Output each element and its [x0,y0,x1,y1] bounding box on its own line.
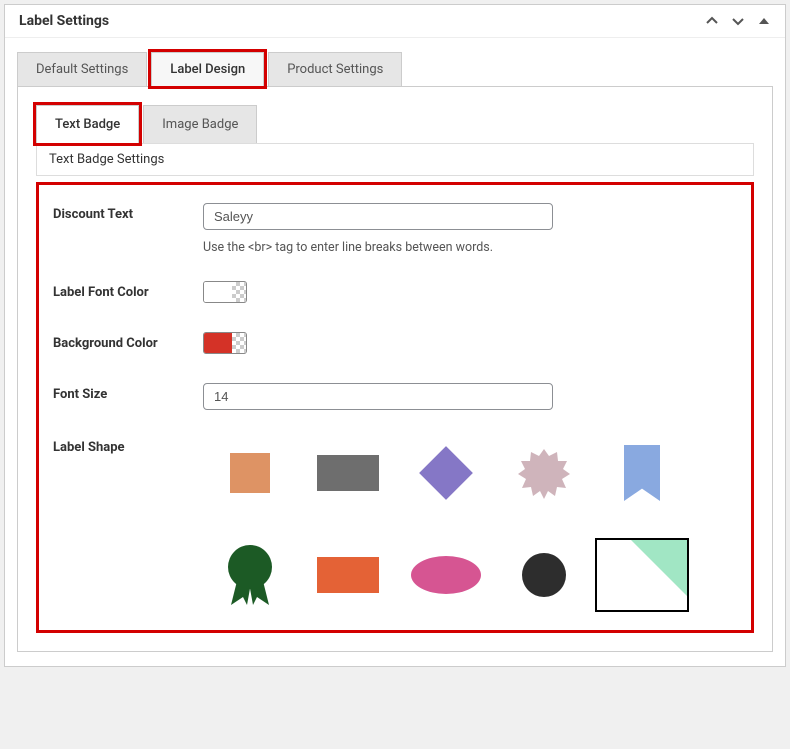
field-background-color: Background Color [53,332,737,357]
rectangle-2-icon [317,557,379,593]
control-background-color [203,332,737,357]
panel-header: Label Settings [5,5,785,38]
shape-diamond[interactable] [399,436,493,510]
control-discount-text: Use the <br> tag to enter line breaks be… [203,203,737,255]
label-background-color: Background Color [53,332,203,357]
label-settings-panel: Label Settings Default Settings Label De… [4,4,786,667]
shapes-grid [203,436,737,612]
section-title: Text Badge Settings [36,143,754,176]
shape-ribbon[interactable] [595,436,689,510]
discount-text-input[interactable] [203,203,553,230]
inner-tab-image-badge[interactable]: Image Badge [143,105,257,143]
diamond-icon [419,446,473,500]
transparency-checker-icon [232,282,246,302]
ellipse-icon [411,556,481,594]
starburst-icon [518,447,570,499]
shape-triangle[interactable] [595,538,689,612]
triangle-icon [631,540,687,596]
field-font-size: Font Size [53,383,737,410]
inner-panel: Text Badge Image Badge Text Badge Settin… [17,86,773,652]
ribbon-icon [624,445,660,501]
field-label-shape: Label Shape [53,436,737,612]
shape-ellipse[interactable] [399,538,493,612]
background-color-picker[interactable] [203,332,247,354]
shape-starburst[interactable] [497,436,591,510]
shape-square[interactable] [203,436,297,510]
shape-circle[interactable] [497,538,591,612]
shape-seal[interactable] [203,538,297,612]
font-size-input[interactable] [203,383,553,410]
panel-header-controls [705,14,771,28]
seal-icon [225,543,275,607]
panel-title: Label Settings [19,13,109,29]
label-font-color-label: Label Font Color [53,281,203,306]
collapse-toggle-icon[interactable] [757,14,771,28]
inner-tabs: Text Badge Image Badge [36,105,754,143]
circle-icon [522,553,566,597]
shape-rectangle-2[interactable] [301,538,395,612]
field-discount-text: Discount Text Use the <br> tag to enter … [53,203,737,255]
transparency-checker-icon [232,333,246,353]
tab-product-settings[interactable]: Product Settings [268,52,402,86]
field-label-font-color: Label Font Color [53,281,737,306]
background-color-swatch [204,333,232,353]
control-label-shape [203,436,737,612]
tab-label-design[interactable]: Label Design [151,52,264,86]
control-font-size [203,383,737,410]
font-color-swatch [204,282,232,302]
label-shape-label: Label Shape [53,436,203,612]
inner-tab-text-badge[interactable]: Text Badge [36,105,139,143]
main-tabs: Default Settings Label Design Product Se… [5,38,785,86]
chevron-down-icon[interactable] [731,14,745,28]
control-label-font-color [203,281,737,306]
label-font-size: Font Size [53,383,203,410]
rectangle-icon [317,455,379,491]
chevron-up-icon[interactable] [705,14,719,28]
label-discount-text: Discount Text [53,203,203,255]
square-icon [230,453,270,493]
discount-text-help: Use the <br> tag to enter line breaks be… [203,240,737,255]
tab-default-settings[interactable]: Default Settings [17,52,147,86]
shape-rectangle[interactable] [301,436,395,510]
font-color-picker[interactable] [203,281,247,303]
text-badge-form: Discount Text Use the <br> tag to enter … [36,182,754,633]
